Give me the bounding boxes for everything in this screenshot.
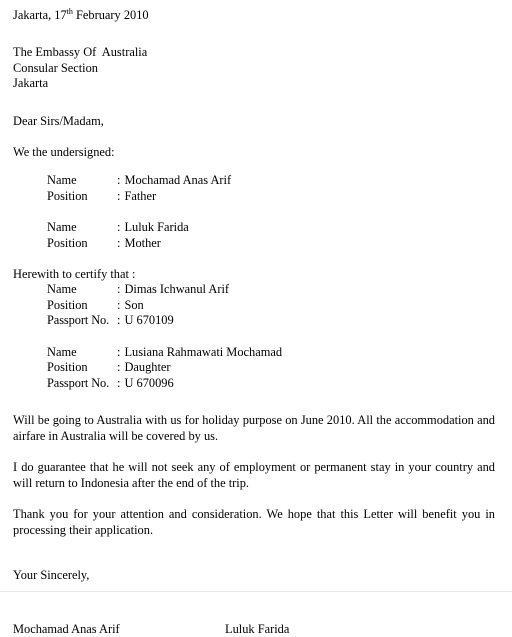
- recipient-line-2: Consular Section: [13, 60, 99, 75]
- undersigned-heading: We the undersigned:: [13, 145, 115, 160]
- certify-heading: Herewith to certify that :: [13, 267, 136, 282]
- kv-separator: :: [117, 188, 121, 203]
- date-day: 17: [54, 8, 67, 22]
- kv-separator: :: [117, 297, 121, 312]
- kv-value: Lusiana Rahmawati Mochamad: [124, 344, 283, 359]
- signature-name-left: Mochamad Anas Arif: [13, 621, 120, 636]
- kv-value: Luluk Farida: [124, 220, 189, 235]
- body-paragraph-3: Thank you for your attention and conside…: [13, 507, 495, 537]
- kv-value: Daughter: [124, 360, 171, 375]
- kv-row: Name : Luluk Farida: [47, 220, 497, 235]
- undersigned-person-1: Name : Mochamad Anas Arif Position : Fat…: [47, 173, 497, 204]
- certified-person-1: Name : Dimas Ichwanul Arif Position : So…: [47, 282, 497, 328]
- kv-separator: :: [117, 375, 121, 390]
- recipient-line-3: Jakarta: [13, 76, 49, 91]
- certified-person-2: Name : Lusiana Rahmawati Mochamad Positi…: [47, 345, 497, 391]
- kv-label: Name: [47, 220, 77, 235]
- kv-row: Position : Daughter: [47, 360, 497, 375]
- date-line: Jakarta, 17th February 2010: [13, 7, 497, 23]
- kv-label: Name: [47, 344, 77, 359]
- recipient-line-1: The Embassy Of Australia: [13, 45, 148, 60]
- kv-row: Position : Son: [47, 298, 497, 313]
- signature-row: Mochamad Anas Arif Luluk Farida: [13, 622, 497, 637]
- kv-row: Name : Mochamad Anas Arif: [47, 173, 497, 188]
- kv-row: Name : Lusiana Rahmawati Mochamad: [47, 345, 497, 360]
- closing-line: Your Sincerely,: [13, 568, 90, 583]
- kv-value: Dimas Ichwanul Arif: [124, 282, 230, 297]
- kv-separator: :: [117, 282, 121, 297]
- signature-name-right: Luluk Farida: [225, 621, 290, 636]
- date-rest: February 2010: [72, 8, 149, 22]
- kv-separator: :: [117, 173, 121, 188]
- kv-separator: :: [117, 360, 121, 375]
- kv-row: Position : Mother: [47, 236, 497, 251]
- kv-label: Position: [47, 360, 88, 375]
- kv-label: Position: [47, 235, 88, 250]
- kv-value: Mother: [124, 235, 161, 250]
- kv-label: Position: [47, 188, 88, 203]
- kv-value: Mochamad Anas Arif: [124, 173, 232, 188]
- kv-row: Passport No. : U 670109: [47, 313, 497, 328]
- kv-value: U 670096: [124, 375, 174, 390]
- signature-space: [13, 584, 497, 622]
- letter-page: Jakarta, 17th February 2010 The Embassy …: [0, 0, 512, 636]
- kv-label: Name: [47, 173, 77, 188]
- undersigned-person-2: Name : Luluk Farida Position : Mother: [47, 220, 497, 251]
- recipient-address: The Embassy Of Australia Consular Sectio…: [13, 45, 497, 91]
- body-paragraph-1: Will be going to Australia with us for h…: [13, 412, 495, 443]
- kv-value: Son: [124, 297, 144, 312]
- kv-separator: :: [117, 235, 121, 250]
- kv-row: Name : Dimas Ichwanul Arif: [47, 282, 497, 297]
- kv-label: Passport No.: [47, 313, 110, 328]
- kv-label: Position: [47, 297, 88, 312]
- kv-separator: :: [117, 220, 121, 235]
- kv-value: Father: [124, 188, 157, 203]
- kv-row: Position : Father: [47, 189, 497, 204]
- kv-separator: :: [117, 344, 121, 359]
- kv-label: Name: [47, 282, 77, 297]
- date-city: Jakarta,: [13, 8, 55, 22]
- salutation: Dear Sirs/Madam,: [13, 113, 104, 128]
- kv-label: Passport No.: [47, 375, 110, 390]
- kv-separator: :: [117, 313, 121, 328]
- body-paragraph-2: I do guarantee that he will not seek any…: [13, 460, 495, 490]
- kv-row: Passport No. : U 670096: [47, 376, 497, 391]
- kv-value: U 670109: [124, 313, 174, 328]
